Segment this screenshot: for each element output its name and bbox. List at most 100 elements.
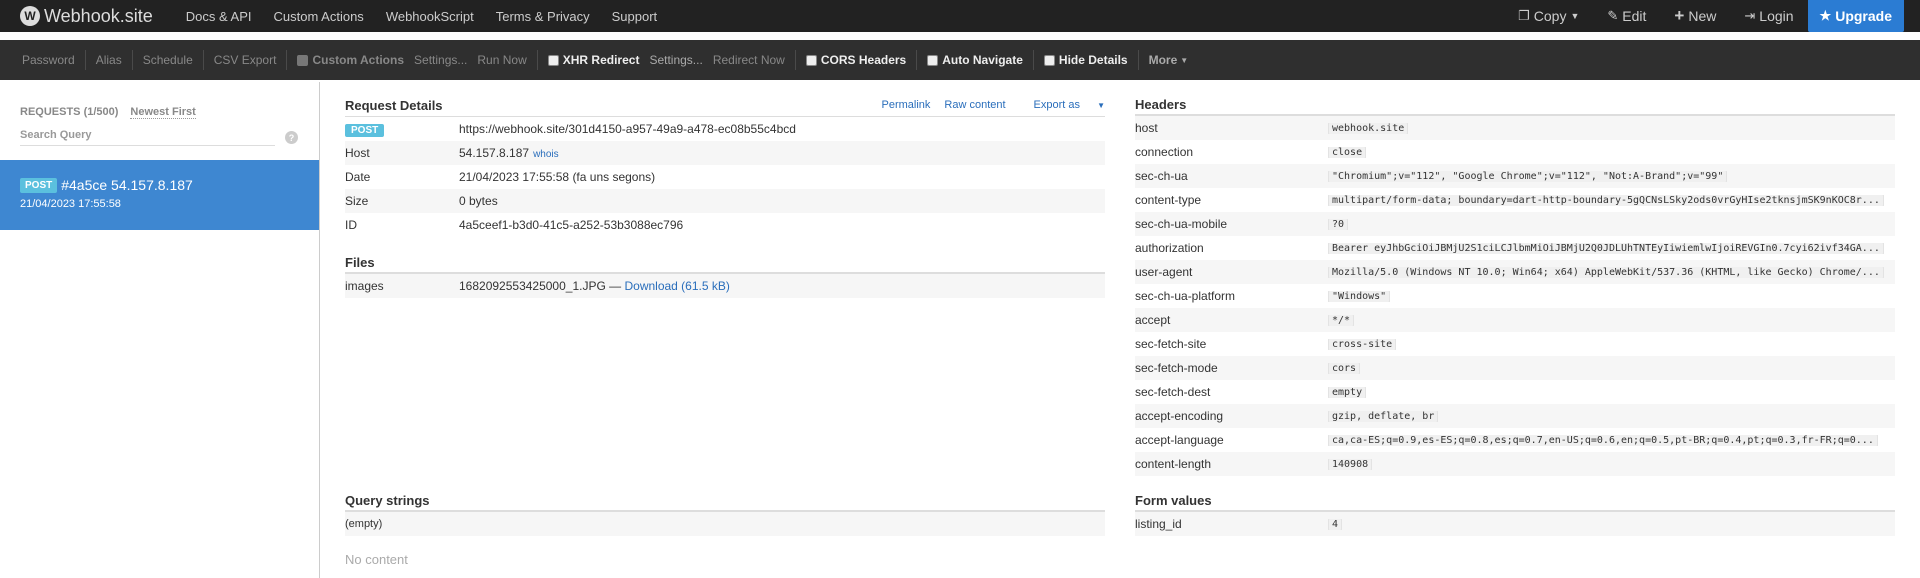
header-row: user-agent Mozilla/5.0 (Windows NT 10.0; … — [1135, 260, 1895, 284]
xhr-redirect-checkbox[interactable] — [547, 54, 559, 66]
header-key: authorization — [1135, 241, 1204, 255]
query-strings-panel: Query strings (empty) — [345, 490, 1105, 536]
search-input[interactable]: Search Query — [20, 129, 275, 146]
request-item-title-row: POST #4a5ce 54.157.8.187 — [20, 177, 299, 193]
file-field-name: images — [345, 279, 384, 293]
url-row: POST https://webhook.site/301d4150-a957-… — [345, 117, 1105, 141]
cors-headers-toggle[interactable]: CORS Headers — [796, 40, 916, 80]
query-strings-header: Query strings — [345, 490, 1105, 512]
nav-custom-actions[interactable]: Custom Actions — [262, 9, 374, 24]
auto-navigate-toggle[interactable]: Auto Navigate — [917, 40, 1033, 80]
request-details-panel: Request Details Permalink Raw content Ex… — [345, 94, 1105, 237]
help-icon[interactable]: ? — [285, 131, 298, 144]
body-content: No content — [345, 552, 408, 567]
files-header: Files — [345, 252, 1105, 274]
xhr-redirect-label: XHR Redirect — [562, 53, 640, 67]
headers-table: host webhook.site connection close sec-ch-… — [1135, 116, 1895, 476]
request-details-header: Request Details Permalink Raw content Ex… — [345, 94, 1105, 116]
header-row: sec-ch-ua-mobile ?0 — [1135, 212, 1895, 236]
copy-button[interactable]: ❐ Copy ▼ — [1504, 0, 1593, 32]
nav-terms-privacy[interactable]: Terms & Privacy — [485, 9, 601, 24]
login-label: Login — [1759, 8, 1794, 24]
requests-header: REQUESTS (1/500) Newest First — [0, 82, 319, 119]
header-key: sec-ch-ua — [1135, 169, 1188, 183]
export-as-dropdown[interactable]: Export as ▼ — [1020, 99, 1105, 111]
xhr-redirect-toggle[interactable]: XHR Redirect — [538, 40, 650, 80]
header-row: content-length 140908 — [1135, 452, 1895, 476]
auto-navigate-checkbox[interactable] — [927, 54, 939, 66]
request-details-links: Permalink Raw content Export as ▼ — [867, 99, 1105, 111]
post-badge: POST — [345, 123, 385, 137]
caret-down-icon: ▼ — [1097, 101, 1105, 110]
cors-headers-checkbox[interactable] — [805, 54, 817, 66]
header-value: gzip, deflate, br — [1328, 410, 1439, 422]
more-dropdown[interactable]: More ▼ — [1139, 40, 1199, 80]
nav-docs-api[interactable]: Docs & API — [175, 9, 263, 24]
request-item-time: 21/04/2023 17:55:58 — [20, 198, 121, 210]
header-value: ?0 — [1328, 218, 1349, 230]
request-url-link[interactable]: https://webhook.site/301d4150-a957-49a9-… — [459, 122, 796, 136]
nav-webhookscript[interactable]: WebhookScript — [375, 9, 485, 24]
plus-icon: + — [1674, 6, 1685, 25]
host-value: 54.157.8.187 whois — [459, 146, 559, 160]
sort-newest-first[interactable]: Newest First — [130, 106, 196, 119]
header-value: 140908 — [1328, 458, 1373, 470]
raw-content-link[interactable]: Raw content — [944, 99, 1005, 111]
copy-label: Copy — [1533, 8, 1567, 24]
header-row: content-type multipart/form-data; boundar… — [1135, 188, 1895, 212]
form-value-key: listing_id — [1135, 517, 1182, 531]
query-strings-empty-row: (empty) — [345, 512, 1105, 536]
header-value: empty — [1328, 386, 1367, 398]
custom-actions-toggle[interactable]: Custom Actions — [287, 40, 414, 80]
header-key: user-agent — [1135, 265, 1193, 279]
password-option[interactable]: Password — [12, 40, 85, 80]
header-row: sec-fetch-mode cors — [1135, 356, 1895, 380]
id-label: ID — [345, 218, 357, 232]
size-label: Size — [345, 194, 369, 208]
alias-option[interactable]: Alias — [86, 40, 132, 80]
header-key: accept-encoding — [1135, 409, 1224, 423]
date-row: Date 21/04/2023 17:55:58 (fa uns segons) — [345, 165, 1105, 189]
hide-details-checkbox[interactable] — [1043, 54, 1055, 66]
query-strings-title: Query strings — [345, 492, 430, 508]
new-button[interactable]: + New — [1660, 0, 1730, 32]
csv-export-option[interactable]: CSV Export — [204, 40, 287, 80]
form-values-header: Form values — [1135, 490, 1895, 512]
hide-details-toggle[interactable]: Hide Details — [1034, 40, 1138, 80]
cors-headers-label: CORS Headers — [820, 53, 907, 67]
edit-icon: ✎ — [1607, 8, 1619, 23]
request-details-title: Request Details — [345, 97, 443, 113]
file-value: 1682092553425000_1.JPG — Download (61.5 … — [459, 279, 730, 293]
request-list-item[interactable]: POST #4a5ce 54.157.8.187 21/04/2023 17:5… — [0, 160, 319, 230]
nav-support[interactable]: Support — [601, 9, 669, 24]
edit-button[interactable]: ✎ Edit — [1593, 0, 1660, 32]
header-value: */* — [1328, 314, 1355, 326]
host-ip: 54.157.8.187 — [459, 146, 530, 160]
redirect-now-button[interactable]: Redirect Now — [713, 40, 795, 80]
header-key: content-length — [1135, 457, 1212, 471]
header-value: close — [1328, 146, 1367, 158]
run-now-button[interactable]: Run Now — [477, 40, 536, 80]
download-link[interactable]: Download (61.5 kB) — [624, 279, 729, 293]
copy-icon: ❐ — [1518, 8, 1530, 23]
permalink-link[interactable]: Permalink — [881, 99, 930, 111]
headers-header: Headers — [1135, 94, 1895, 116]
header-value: multipart/form-data; boundary=dart-http-… — [1328, 194, 1884, 206]
webhook-logo-icon: W — [20, 6, 40, 26]
schedule-option[interactable]: Schedule — [133, 40, 203, 80]
main-nav: Docs & API Custom Actions WebhookScript … — [175, 0, 668, 32]
brand-link[interactable]: W Webhook.site — [0, 0, 153, 32]
xhr-redirect-settings[interactable]: Settings... — [649, 40, 712, 80]
upgrade-button[interactable]: ★ Upgrade — [1807, 0, 1904, 32]
whois-link[interactable]: whois — [533, 149, 559, 160]
main-content: Request Details Permalink Raw content Ex… — [321, 82, 1920, 578]
new-label: New — [1688, 8, 1717, 24]
requests-count: REQUESTS (1/500) — [20, 106, 119, 118]
custom-actions-settings[interactable]: Settings... — [414, 40, 477, 80]
header-value: cross-site — [1328, 338, 1397, 350]
custom-actions-checkbox[interactable] — [297, 54, 309, 66]
header-key: sec-fetch-dest — [1135, 385, 1211, 399]
form-value-value: 4 — [1328, 518, 1343, 530]
login-button[interactable]: ⇥ Login — [1730, 0, 1807, 32]
header-row: sec-ch-ua-platform "Windows" — [1135, 284, 1895, 308]
